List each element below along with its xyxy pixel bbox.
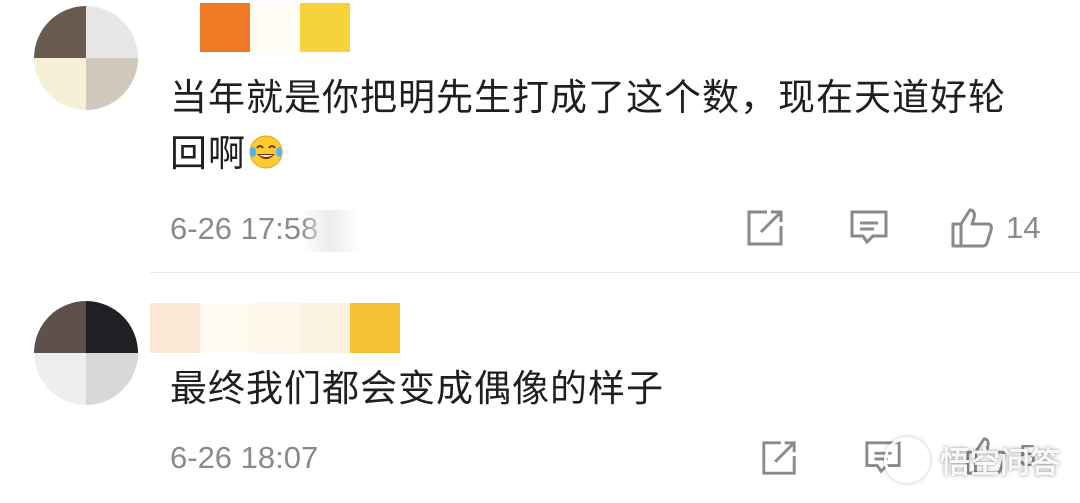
laughing-tears-emoji-icon [249,135,283,169]
wukong-watermark: 悟空问答 [884,437,1060,483]
comment-text: 当年就是你把明先生打成了这个数，现在天道好轮回啊 [170,76,1006,175]
username-redacted[interactable] [150,303,400,353]
avatar[interactable] [34,301,138,405]
like-button[interactable]: 14 [950,206,1040,250]
reply-button[interactable] [849,208,889,248]
comment-text: 最终我们都会变成偶像的样子 [170,367,664,410]
avatar[interactable] [34,6,138,110]
comment-icon [850,210,888,245]
avatar-mosaic-cell [34,6,86,58]
like-count: 14 [1006,210,1041,245]
avatar-mosaic-cell [86,6,138,58]
avatar-mosaic-cell [34,353,86,405]
share-button[interactable] [745,208,785,248]
share-button[interactable] [760,439,798,477]
avatar-mosaic-cell [34,301,86,353]
comment-time: 6-26 17:58 [170,211,319,246]
avatar-mosaic-cell [86,58,138,110]
thumbs-up-icon [951,208,993,248]
share-icon [747,210,783,246]
wukong-logo-icon [884,437,930,483]
comment-item: 当年就是你把明先生打成了这个数，现在天道好轮回啊 6-26 17:58 14 [0,0,1080,272]
avatar-mosaic-cell [86,301,138,353]
share-icon [762,441,796,475]
avatar-mosaic-cell [86,353,138,405]
username-redacted[interactable] [200,3,350,52]
time-redaction [300,210,360,252]
comment-time: 6-26 18:07 [170,440,319,475]
avatar-mosaic-cell [34,58,86,110]
watermark-text: 悟空问答 [940,446,1060,481]
